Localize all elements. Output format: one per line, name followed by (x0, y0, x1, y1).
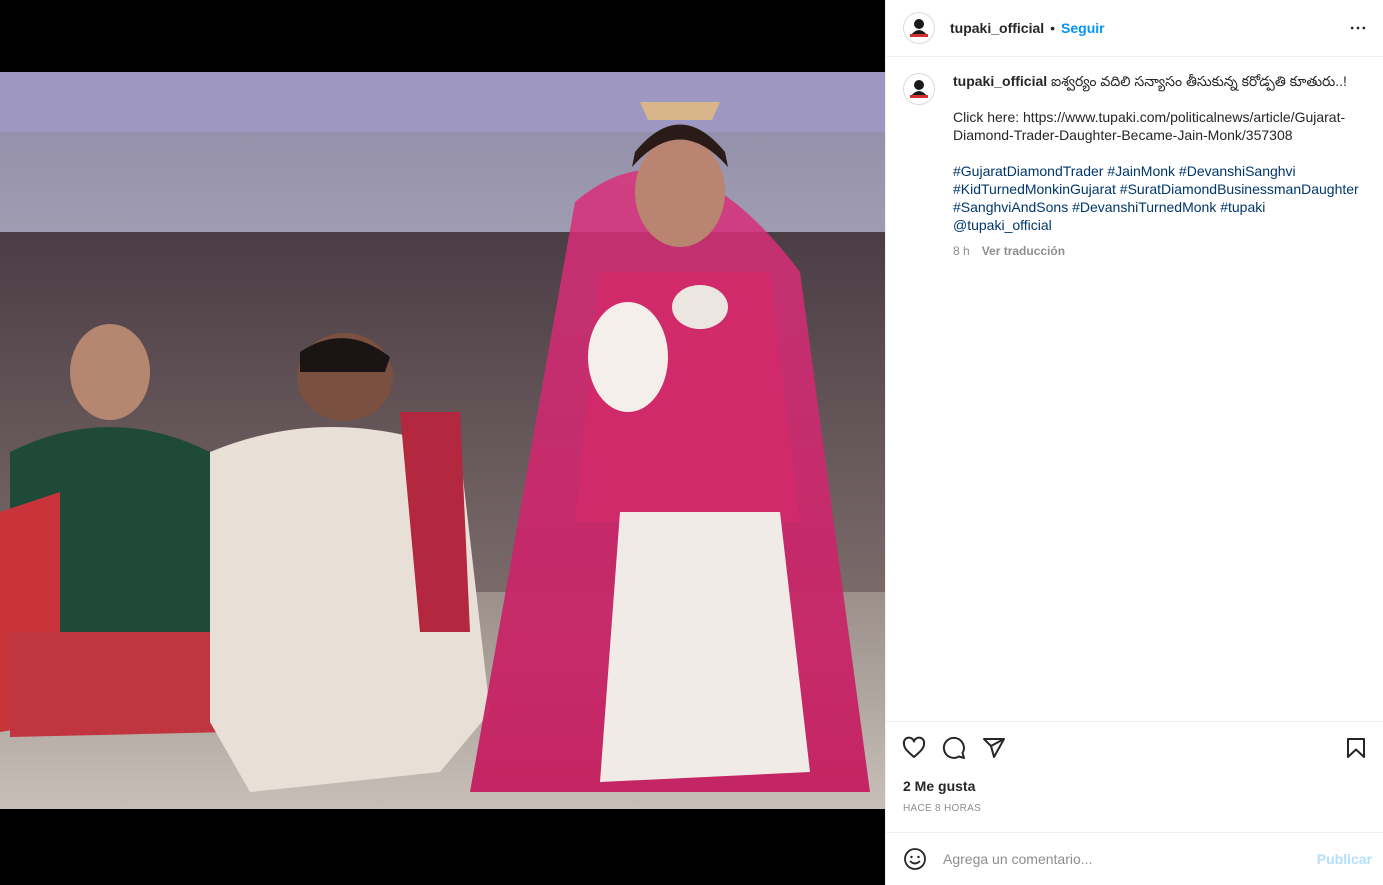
share-button[interactable] (982, 736, 1008, 762)
more-horizontal-icon (1350, 26, 1366, 30)
post-timestamp: HACE 8 HORAS (903, 803, 982, 814)
post-actions: 2 Me gusta HACE 8 HORAS (886, 721, 1383, 832)
publish-button[interactable]: Publicar (1317, 851, 1372, 867)
likes-count[interactable]: 2 Me gusta (903, 778, 975, 794)
comment-icon (942, 736, 965, 759)
more-options-button[interactable] (1346, 16, 1370, 40)
media-panel (0, 0, 885, 885)
bookmark-icon (1347, 738, 1365, 758)
translate-button[interactable]: Ver traducción (982, 242, 1065, 260)
avatar[interactable] (903, 12, 935, 44)
save-button[interactable] (1344, 736, 1370, 762)
comment-box: Publicar (886, 832, 1383, 885)
caption-mention[interactable]: @tupaki_official (953, 216, 1363, 234)
caption-text: tupaki_official ఐశ్వర్యం వదిలి సన్యాసం త… (953, 72, 1363, 260)
follow-button[interactable]: Seguir (1061, 20, 1105, 36)
post-header: tupaki_official • Seguir (886, 0, 1383, 57)
heart-icon (902, 736, 926, 758)
emoji-icon[interactable] (903, 847, 927, 871)
share-icon (983, 738, 1005, 758)
post-username[interactable]: tupaki_official (950, 20, 1044, 36)
caption-username[interactable]: tupaki_official (953, 73, 1047, 89)
separator-dot: • (1050, 20, 1056, 36)
caption-avatar[interactable] (903, 73, 935, 105)
caption-meta: 8 h Ver traducción (953, 242, 1363, 260)
action-icon-row (902, 736, 1368, 762)
tupaki-logo-icon (910, 80, 928, 98)
comment-input[interactable] (943, 851, 1303, 867)
post-photo[interactable] (0, 72, 885, 809)
like-button[interactable] (902, 736, 928, 762)
comment-button[interactable] (942, 736, 968, 762)
post-image (0, 72, 885, 809)
caption-hashtags[interactable]: #GujaratDiamondTrader #JainMonk #Devansh… (953, 162, 1363, 216)
caption-age: 8 h (953, 244, 970, 258)
tupaki-logo-icon (910, 19, 928, 37)
caption-title: ఐశ్వర్యం వదిలి సన్యాసం తీసుకున్న కరోడ్పత… (1051, 73, 1347, 89)
post-caption: tupaki_official ఐశ్వర్యం వదిలి సన్యాసం త… (903, 72, 1373, 260)
post-side-panel: tupaki_official • Seguir tupaki_official… (885, 0, 1383, 885)
caption-link-line[interactable]: Click here: https://www.tupaki.com/polit… (953, 108, 1363, 144)
